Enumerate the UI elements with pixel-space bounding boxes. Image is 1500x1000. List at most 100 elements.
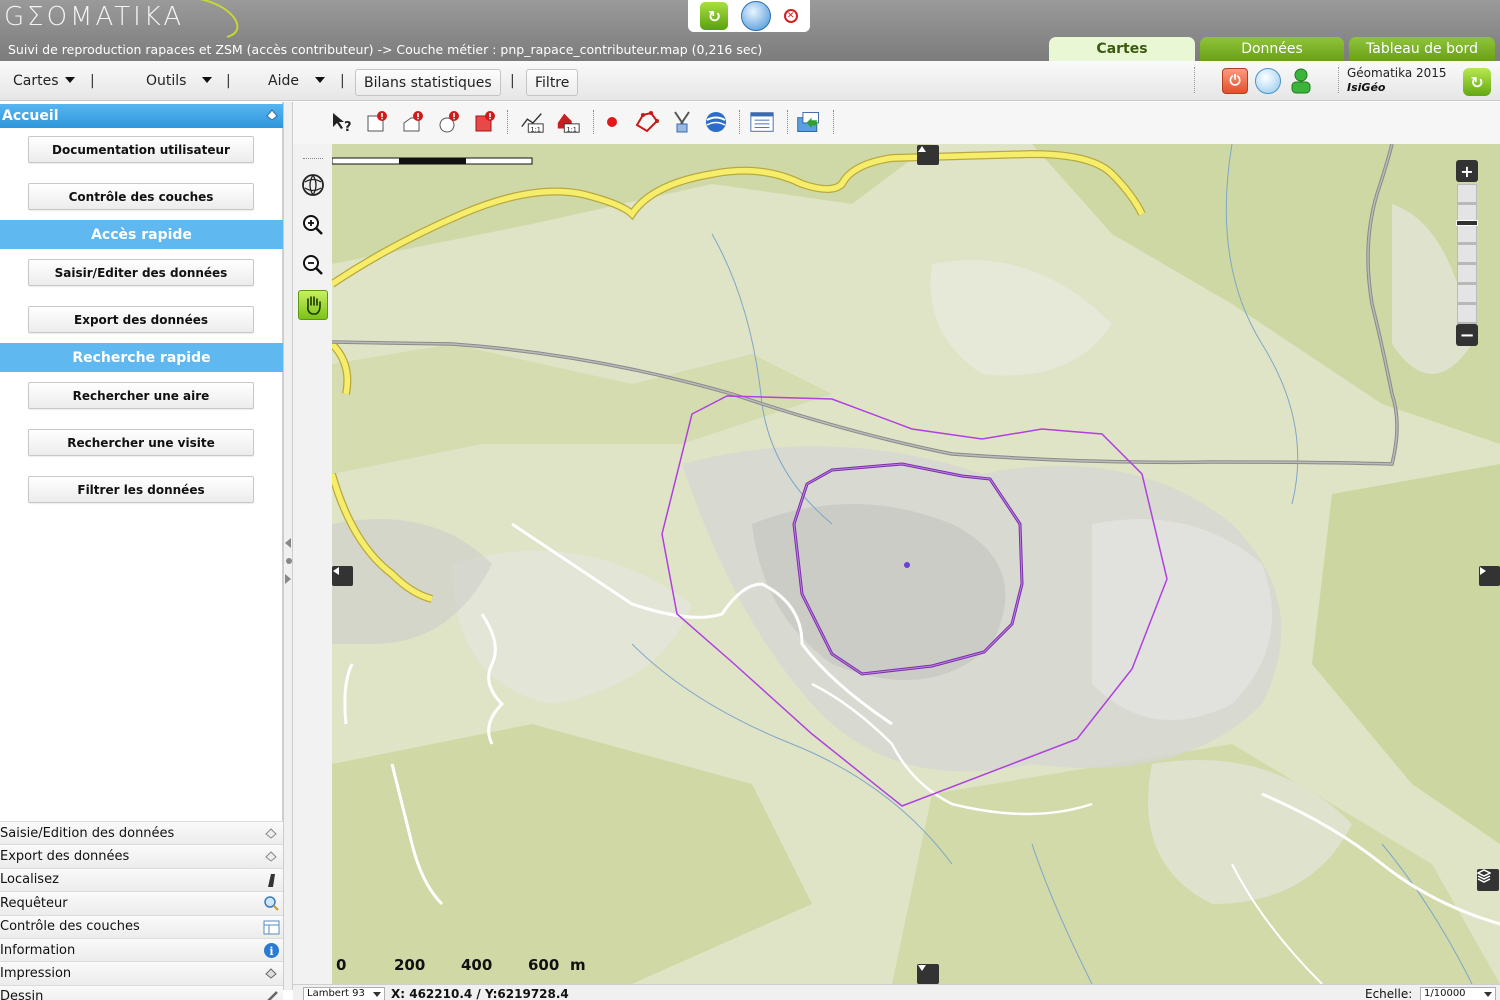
menu-bar: Cartes | Outils | Aide | Bilans statisti… — [0, 61, 1500, 101]
section-acces-rapide: Accès rapide — [0, 220, 283, 249]
panel-splitter[interactable] — [283, 102, 293, 990]
close-icon[interactable]: ✕ — [783, 9, 798, 23]
accordion-label: Export des données — [0, 849, 130, 865]
zoom-slider[interactable]: + − — [1456, 160, 1478, 346]
globe-icon[interactable] — [740, 1, 771, 31]
full-extent-globe-icon[interactable] — [298, 170, 328, 200]
chevron-down-icon — [314, 77, 325, 83]
rechercher-une-visite-button[interactable]: Rechercher une visite — [28, 429, 254, 456]
accordion-label: Information — [0, 942, 76, 958]
isigeo-logo-icon[interactable]: ↻ — [1463, 68, 1491, 96]
app-logo: GΣOMATIKA — [4, 2, 185, 32]
scale-label-0: 0 — [336, 956, 347, 974]
pan-hand-icon[interactable] — [298, 290, 328, 320]
refresh-icon[interactable]: ↻ — [700, 2, 729, 30]
accordion-item-localisez[interactable]: Localisez — [0, 867, 283, 892]
user-icon[interactable] — [1290, 68, 1312, 94]
query-pointer-icon[interactable]: ? — [329, 108, 355, 136]
cut-icon[interactable] — [669, 108, 695, 136]
splitter-handle-icon[interactable] — [286, 558, 292, 564]
zoom-in-icon[interactable] — [298, 210, 328, 240]
top-quick-widget: ↻ ✕ — [688, 0, 810, 32]
scale-value: 1/10000 — [1424, 988, 1466, 999]
map-vertical-tools — [293, 144, 332, 990]
settings-icon[interactable] — [265, 108, 279, 122]
new-feature-icon[interactable] — [473, 108, 499, 136]
zoom-track[interactable] — [1457, 184, 1477, 324]
layer-switcher-icon[interactable] — [1477, 869, 1499, 891]
new-point-icon[interactable] — [365, 108, 391, 136]
accordion-item-export[interactable]: Export des données — [0, 844, 283, 868]
power-icon[interactable]: ⏻ — [1222, 68, 1248, 94]
section-recherche-rapide: Recherche rapide — [0, 343, 283, 372]
saisir-editer-button[interactable]: Saisir/Editer des données — [28, 259, 254, 286]
toolbar-divider — [593, 110, 594, 134]
record-point-icon[interactable] — [599, 108, 625, 136]
projection-select[interactable]: Lambert 93 — [303, 987, 385, 1000]
documentation-utilisateur-button[interactable]: Documentation utilisateur — [28, 136, 254, 163]
accordion-item-saisie[interactable]: Saisie/Edition des données — [0, 821, 283, 845]
accueil-header[interactable]: Accueil — [0, 104, 283, 128]
scale-label-600: 600 — [528, 956, 560, 974]
filtrer-les-donnees-button[interactable]: Filtrer les données — [28, 476, 254, 503]
filtre-button[interactable]: Filtre — [526, 69, 579, 96]
map-toolbar: ? 1:1 1:1 — [293, 102, 1500, 144]
pan-west-button[interactable] — [332, 566, 353, 586]
pan-east-button[interactable] — [1479, 566, 1500, 586]
controle-des-couches-button[interactable]: Contrôle des couches — [28, 183, 254, 210]
tab-cartes[interactable]: Cartes — [1049, 37, 1195, 61]
layers-table-icon — [263, 920, 280, 935]
new-line-icon[interactable] — [401, 108, 427, 136]
scale-bar — [332, 157, 533, 165]
scale-select[interactable]: 1/10000 — [1420, 987, 1496, 1000]
tools-divider — [303, 158, 323, 159]
projection-value: Lambert 93 — [307, 988, 365, 999]
menu-separator: | — [226, 73, 231, 89]
accordion-item-requeteur[interactable]: Requêteur — [0, 891, 283, 915]
cursor-coordinates: X: 462210.4 / Y:6219728.4 — [391, 987, 569, 1000]
tab-donnees[interactable]: Données — [1200, 37, 1344, 61]
bilans-statistiques-button[interactable]: Bilans statistiques — [355, 69, 501, 96]
accordion-item-impression[interactable]: Impression — [0, 961, 283, 985]
accordion-item-dessin[interactable]: Dessin — [0, 984, 283, 1000]
accordion-label: Dessin — [0, 989, 44, 1000]
zoom-thumb[interactable] — [1456, 220, 1478, 226]
pan-south-button[interactable] — [917, 964, 939, 984]
menu-aide[interactable]: Aide — [268, 73, 325, 89]
map-canvas[interactable]: + − 0 200 400 600 m — [332, 144, 1500, 984]
accordion-item-controle[interactable]: Contrôle des couches — [0, 914, 283, 938]
scale-unit: m — [570, 956, 586, 974]
collapse-left-icon[interactable] — [285, 538, 291, 548]
rechercher-une-aire-button[interactable]: Rechercher une aire — [28, 382, 254, 409]
measure-distance-icon[interactable]: 1:1 — [519, 108, 545, 136]
new-polygon-icon[interactable] — [437, 108, 463, 136]
zoom-out-icon[interactable] — [298, 250, 328, 280]
zoom-minus-button[interactable]: − — [1456, 324, 1478, 346]
menu-outils-label: Outils — [146, 73, 187, 89]
globe-layer-icon[interactable] — [703, 108, 729, 136]
scale-label-400: 400 — [461, 956, 493, 974]
search-icon — [264, 896, 279, 911]
menu-cartes[interactable]: Cartes — [13, 73, 75, 89]
toolbar-divider — [507, 110, 508, 134]
zoom-plus-button[interactable]: + — [1456, 160, 1478, 182]
chevron-down-icon — [1484, 992, 1492, 997]
menu-separator: | — [340, 73, 345, 89]
print-icon — [265, 968, 277, 979]
accueil-label: Accueil — [2, 108, 59, 124]
svg-text:?: ? — [344, 120, 352, 135]
export-map-icon[interactable] — [796, 108, 822, 136]
attribute-table-icon[interactable] — [749, 108, 775, 136]
chevron-down-icon — [373, 992, 381, 997]
toolbar-divider — [739, 110, 740, 134]
expand-right-icon[interactable] — [285, 574, 291, 584]
left-panel: Accueil Documentation utilisateur Contrô… — [0, 102, 283, 1000]
menu-outils[interactable]: Outils — [146, 73, 213, 89]
measure-area-icon[interactable]: 1:1 — [555, 108, 581, 136]
tab-tableau-de-bord[interactable]: Tableau de bord — [1349, 37, 1495, 61]
pan-north-button[interactable] — [917, 145, 939, 165]
accordion-item-information[interactable]: Information i — [0, 937, 283, 962]
export-des-donnees-button[interactable]: Export des données — [28, 306, 254, 333]
edit-vertices-icon[interactable] — [634, 108, 660, 136]
help-bubble-icon[interactable] — [1255, 68, 1281, 94]
